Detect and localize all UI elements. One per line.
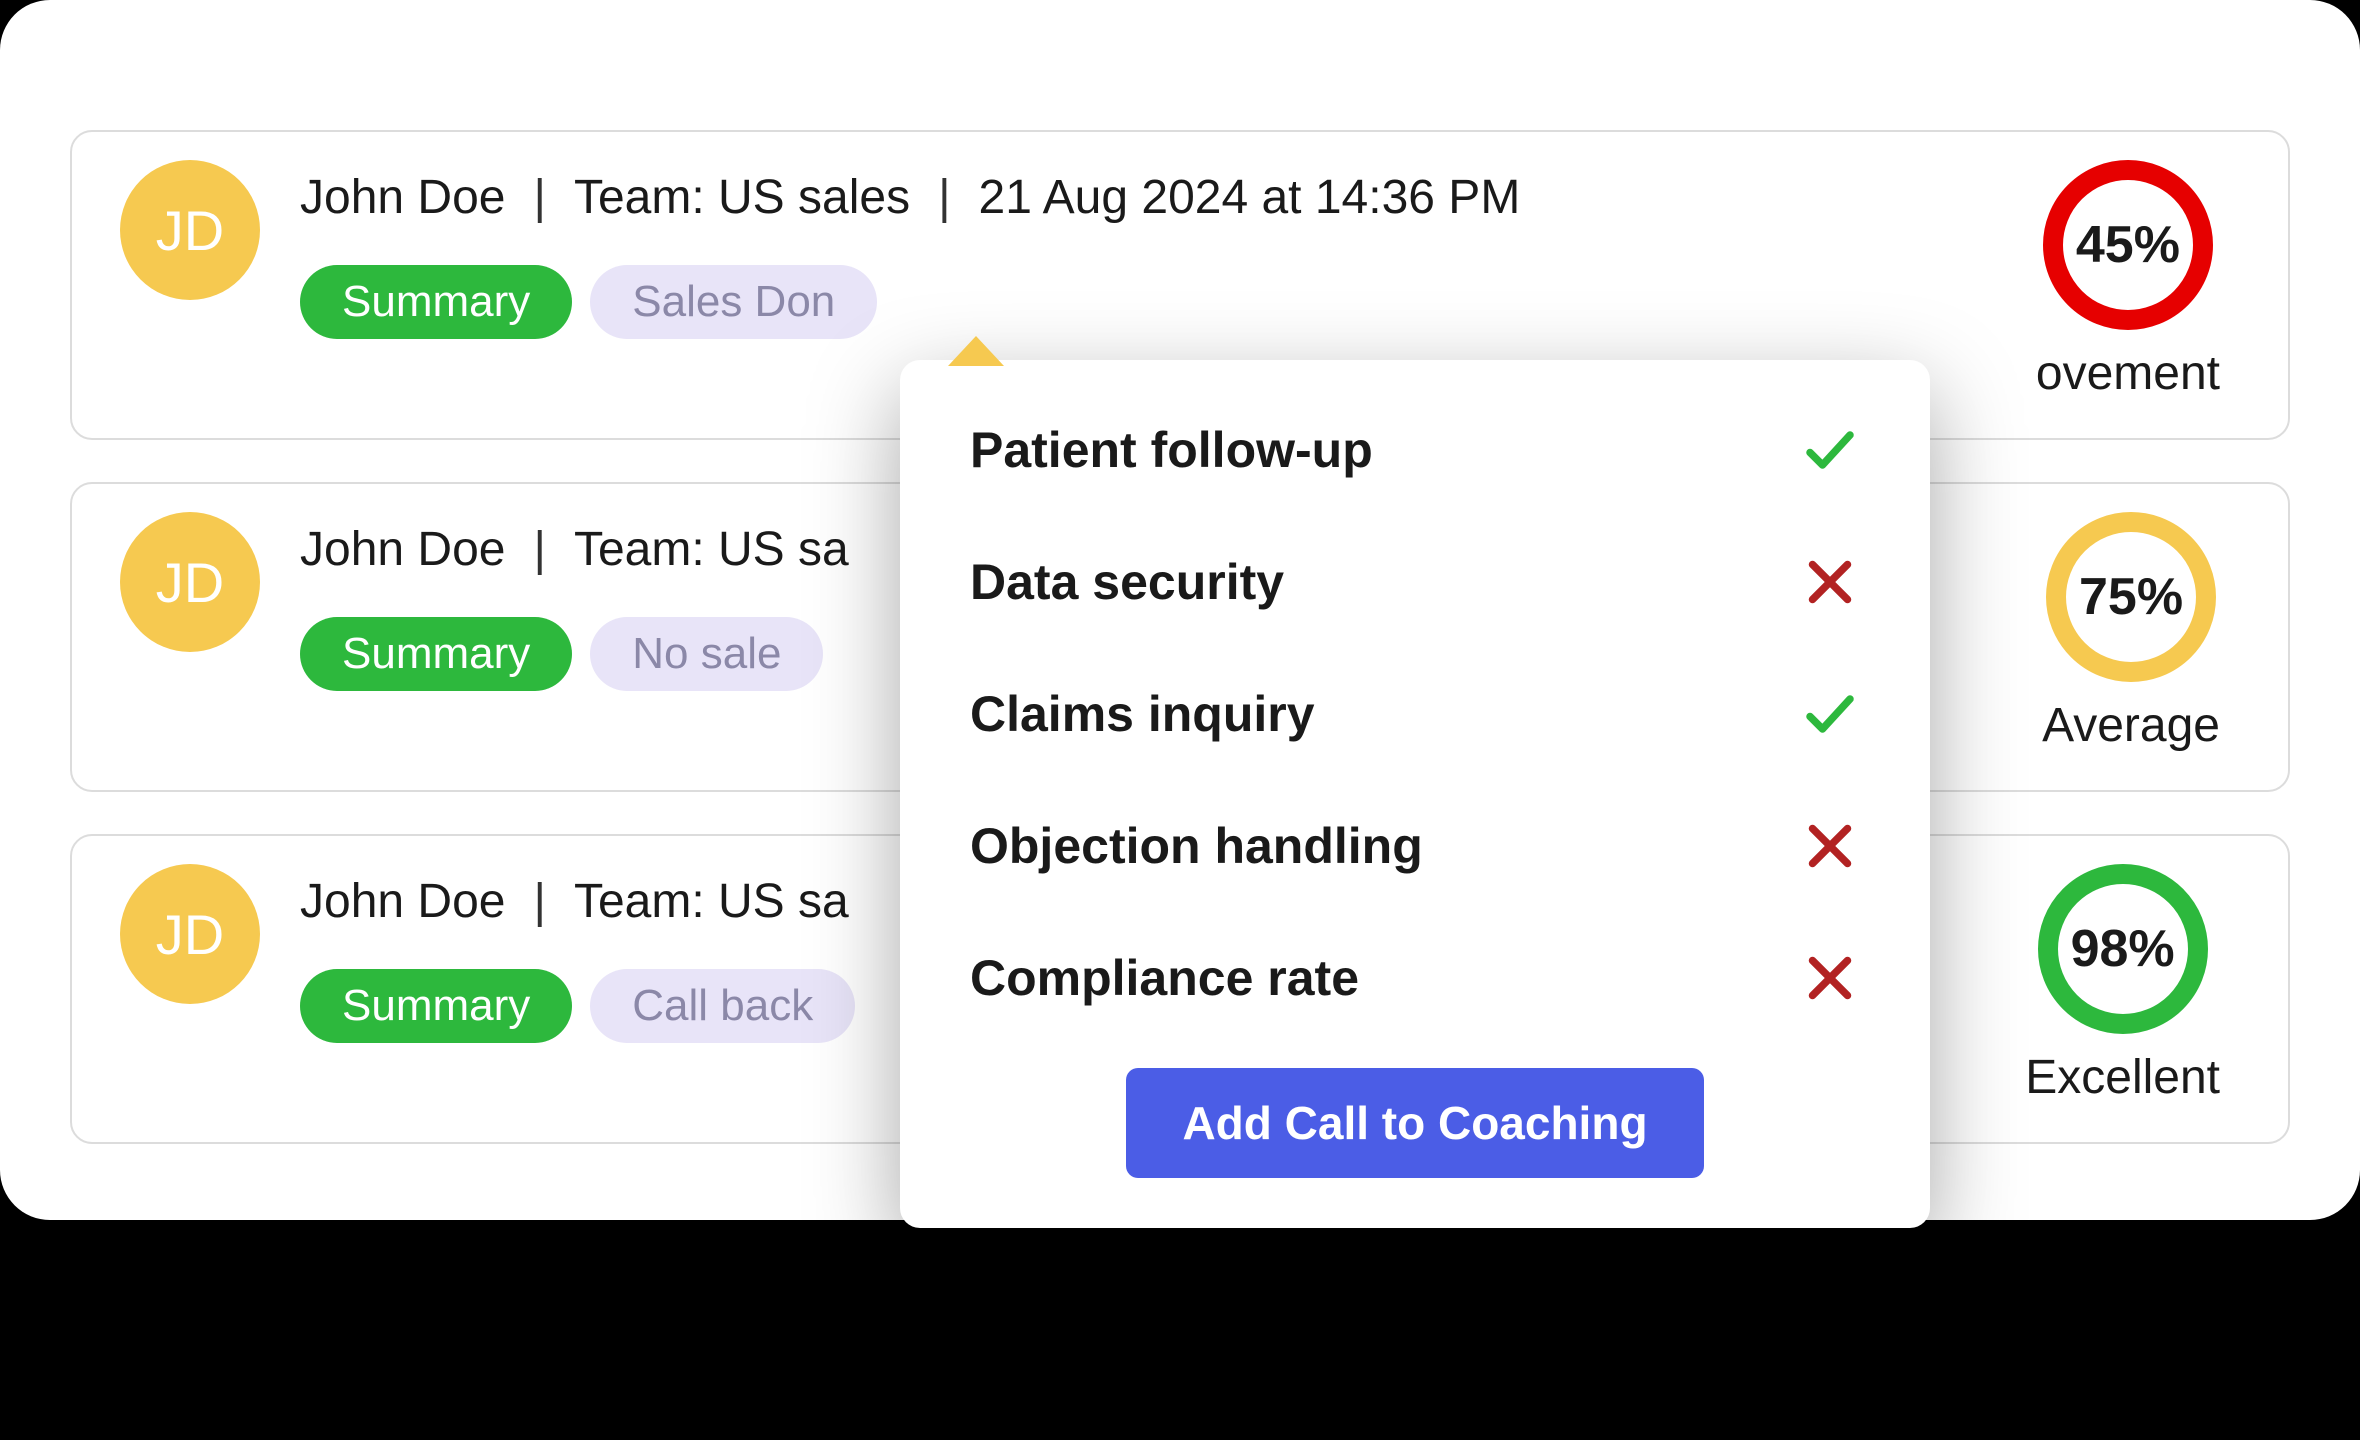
add-call-to-coaching-button[interactable]: Add Call to Coaching bbox=[1126, 1068, 1703, 1178]
checklist-item: Data security bbox=[970, 552, 1860, 612]
separator: | bbox=[533, 874, 545, 929]
team-label: Team: US sa bbox=[574, 874, 849, 929]
checklist-label: Compliance rate bbox=[970, 949, 1359, 1007]
summary-pill[interactable]: Summary bbox=[300, 617, 572, 691]
summary-popover: Patient follow-up Data security Claims i… bbox=[900, 360, 1930, 1228]
score-value: 45% bbox=[2076, 215, 2180, 275]
checklist-item: Claims inquiry bbox=[970, 684, 1860, 744]
tag-pill[interactable]: No sale bbox=[590, 617, 823, 691]
separator: | bbox=[938, 170, 950, 225]
score-badge: 98% Excellent bbox=[2025, 864, 2220, 1105]
caller-name: John Doe bbox=[300, 170, 505, 225]
separator: | bbox=[533, 522, 545, 577]
score-ring: 45% bbox=[2043, 160, 2213, 330]
caller-name: John Doe bbox=[300, 874, 505, 929]
check-icon bbox=[1800, 420, 1860, 480]
cross-icon bbox=[1800, 552, 1860, 612]
avatar-initials: JD bbox=[156, 550, 224, 615]
avatar: JD bbox=[120, 512, 260, 652]
check-icon bbox=[1800, 684, 1860, 744]
checklist-label: Patient follow-up bbox=[970, 421, 1373, 479]
tag-pill[interactable]: Call back bbox=[590, 969, 855, 1043]
score-value: 98% bbox=[2071, 919, 2175, 979]
call-header: John Doe | Team: US sales | 21 Aug 2024 … bbox=[300, 170, 2036, 225]
score-value: 75% bbox=[2079, 567, 2183, 627]
call-timestamp: 21 Aug 2024 at 14:36 PM bbox=[979, 170, 1521, 225]
avatar-initials: JD bbox=[156, 902, 224, 967]
score-ring: 75% bbox=[2046, 512, 2216, 682]
checklist-label: Data security bbox=[970, 553, 1284, 611]
checklist-item: Objection handling bbox=[970, 816, 1860, 876]
avatar-initials: JD bbox=[156, 198, 224, 263]
caller-name: John Doe bbox=[300, 522, 505, 577]
checklist-item: Compliance rate bbox=[970, 948, 1860, 1008]
summary-pill[interactable]: Summary bbox=[300, 265, 572, 339]
team-label: Team: US sa bbox=[574, 522, 849, 577]
call-info: John Doe | Team: US sales | 21 Aug 2024 … bbox=[300, 160, 2036, 339]
score-label: Excellent bbox=[2025, 1050, 2220, 1105]
avatar: JD bbox=[120, 864, 260, 1004]
score-badge: 75% Average bbox=[2042, 512, 2220, 753]
cross-icon bbox=[1800, 948, 1860, 1008]
score-badge: 45% ovement bbox=[2036, 160, 2220, 401]
score-label: ovement bbox=[2036, 346, 2220, 401]
summary-pill[interactable]: Summary bbox=[300, 969, 572, 1043]
checklist-label: Claims inquiry bbox=[970, 685, 1315, 743]
team-label: Team: US sales bbox=[574, 170, 910, 225]
pill-row: Summary Sales Don bbox=[300, 265, 2036, 339]
cross-icon bbox=[1800, 816, 1860, 876]
checklist-label: Objection handling bbox=[970, 817, 1423, 875]
score-label: Average bbox=[2042, 698, 2220, 753]
tag-pill[interactable]: Sales Don bbox=[590, 265, 877, 339]
separator: | bbox=[533, 170, 545, 225]
score-ring: 98% bbox=[2038, 864, 2208, 1034]
checklist-item: Patient follow-up bbox=[970, 420, 1860, 480]
avatar: JD bbox=[120, 160, 260, 300]
